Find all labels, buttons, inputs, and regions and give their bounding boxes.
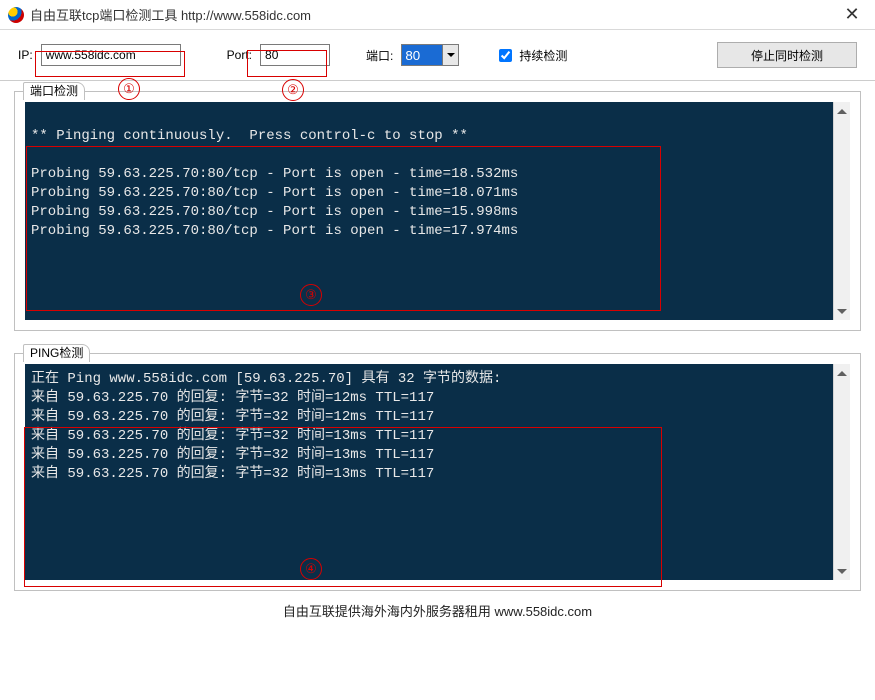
port-console: ** Pinging continuously. Press control-c… (25, 102, 850, 320)
ping-console-text: 正在 Ping www.558idc.com [59.63.225.70] 具有… (31, 370, 830, 574)
title-bar: 自由互联tcp端口检测工具 http://www.558idc.com ✕ (0, 0, 875, 30)
toolbar: IP: Port: 端口: 持续检测 停止同时检测 (0, 30, 875, 81)
stop-button[interactable]: 停止同时检测 (717, 42, 857, 68)
ping-panel-wrap: PING检测 正在 Ping www.558idc.com [59.63.225… (0, 335, 875, 595)
port-combo[interactable] (401, 44, 459, 66)
app-icon (8, 7, 24, 23)
ping-legend: PING检测 (23, 344, 90, 362)
scrollbar[interactable] (833, 364, 850, 580)
port-combo-label: 端口: (366, 47, 393, 64)
port-combo-value[interactable] (402, 45, 442, 65)
ip-label: IP: (18, 48, 33, 62)
scroll-down-icon[interactable] (834, 303, 850, 320)
continuous-checkbox-input[interactable] (499, 49, 512, 62)
continuous-checkbox-label: 持续检测 (519, 47, 567, 64)
footer-text: 自由互联提供海外海内外服务器租用 www.558idc.com (0, 595, 875, 620)
continuous-checkbox[interactable]: 持续检测 (495, 46, 567, 65)
scroll-up-icon[interactable] (834, 364, 850, 381)
port-fieldset: 端口检测 ** Pinging continuously. Press cont… (14, 91, 861, 331)
scroll-up-icon[interactable] (834, 102, 850, 119)
ping-console: 正在 Ping www.558idc.com [59.63.225.70] 具有… (25, 364, 850, 580)
port-legend: 端口检测 (23, 82, 85, 100)
ping-fieldset: PING检测 正在 Ping www.558idc.com [59.63.225… (14, 353, 861, 591)
port-text-input[interactable] (260, 44, 330, 66)
port-console-text: ** Pinging continuously. Press control-c… (31, 108, 830, 314)
port-text-label: Port: (227, 48, 252, 62)
window-title: 自由互联tcp端口检测工具 http://www.558idc.com (30, 5, 837, 24)
port-panel-wrap: 端口检测 ** Pinging continuously. Press cont… (0, 81, 875, 335)
close-button[interactable]: ✕ (837, 4, 867, 25)
scrollbar[interactable] (833, 102, 850, 320)
ip-input[interactable] (41, 44, 181, 66)
scroll-down-icon[interactable] (834, 563, 850, 580)
chevron-down-icon[interactable] (442, 45, 458, 65)
